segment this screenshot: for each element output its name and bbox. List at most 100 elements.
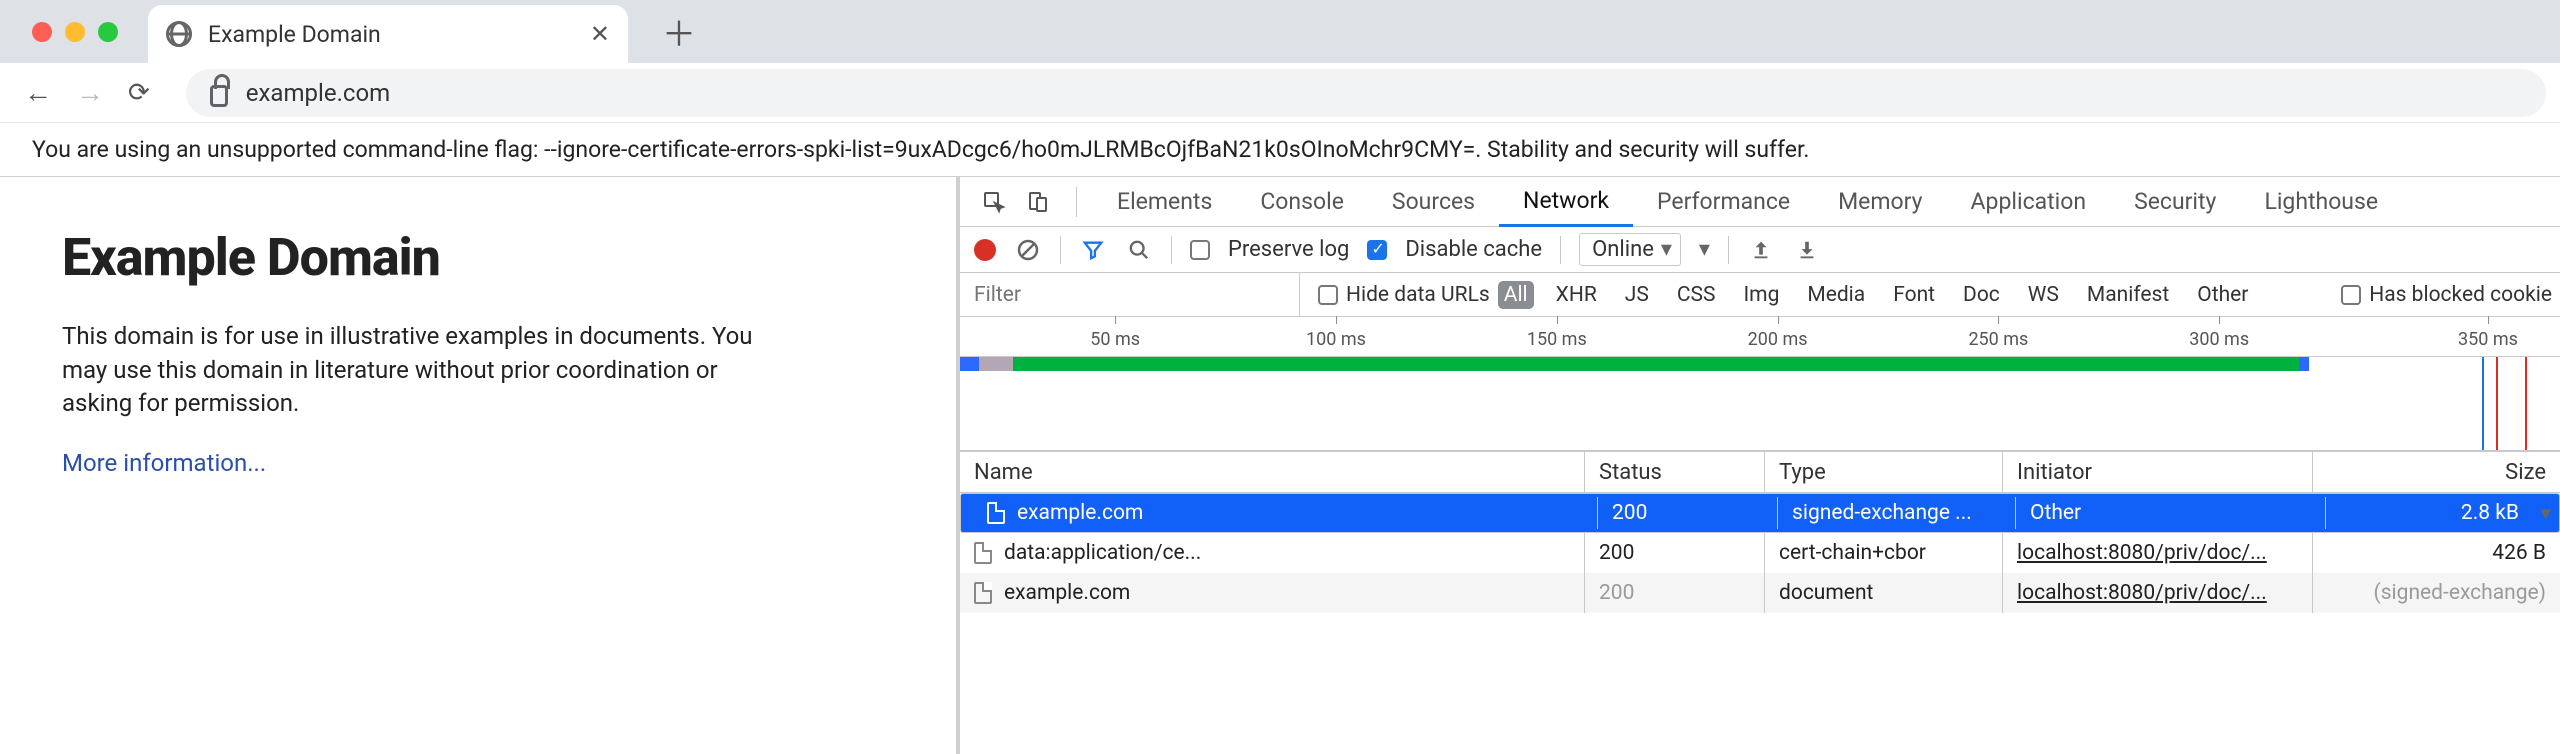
has-blocked-label: Has blocked cookie	[2369, 283, 2552, 307]
network-toolbar: Preserve log Disable cache Online ▾	[960, 227, 2560, 273]
timeline-ruler[interactable]: 50 ms 100 ms 150 ms 200 ms 250 ms 300 ms…	[960, 317, 2560, 357]
device-toggle-icon[interactable]	[1016, 190, 1060, 214]
tab-application[interactable]: Application	[1947, 177, 2111, 226]
network-header-row: Name Status Type Initiator Size	[960, 451, 2560, 493]
request-row[interactable]: data:application/ce... 200 cert-chain+cb…	[960, 533, 2560, 573]
tab-network[interactable]: Network	[1499, 178, 1633, 227]
document-icon	[974, 582, 992, 604]
tab-sources[interactable]: Sources	[1368, 177, 1499, 226]
tab-memory[interactable]: Memory	[1814, 177, 1946, 226]
record-button[interactable]	[974, 239, 996, 261]
devtools-tabs: Elements Console Sources Network Perform…	[960, 177, 2560, 227]
chip-other[interactable]: Other	[2191, 281, 2254, 309]
overview-chart[interactable]	[960, 357, 2560, 451]
tab-elements[interactable]: Elements	[1093, 177, 1236, 226]
window-maximize-dot[interactable]	[98, 22, 118, 42]
reload-button[interactable]: ⟳	[128, 78, 150, 108]
cell-name: example.com	[1004, 581, 1130, 605]
cell-initiator[interactable]: localhost:8080/priv/doc/...	[2017, 541, 2267, 565]
tick: 150 ms	[1527, 329, 1587, 350]
cell-initiator: Other	[2030, 501, 2081, 525]
cell-status: 200	[1599, 541, 1634, 565]
tick: 100 ms	[1306, 329, 1366, 350]
page-content: Example Domain This domain is for use in…	[0, 177, 960, 754]
document-icon	[974, 542, 992, 564]
chip-media[interactable]: Media	[1801, 281, 1871, 309]
document-icon	[987, 502, 1005, 524]
tab-title: Example Domain	[208, 21, 574, 48]
cell-type: cert-chain+cbor	[1779, 541, 1926, 565]
hide-data-urls-checkbox[interactable]	[1318, 285, 1338, 305]
cell-name: data:application/ce...	[1004, 541, 1201, 565]
tab-lighthouse[interactable]: Lighthouse	[2240, 177, 2402, 226]
toolbar: ← → ⟳ example.com	[0, 63, 2560, 123]
chip-manifest[interactable]: Manifest	[2081, 281, 2175, 309]
window-controls	[32, 22, 118, 42]
request-row[interactable]: example.com 200 signed-exchange ... Othe…	[960, 493, 2560, 533]
funnel-icon[interactable]	[1079, 236, 1107, 264]
cell-type: signed-exchange ...	[1792, 501, 1972, 525]
throttle-select[interactable]: Online	[1579, 233, 1681, 266]
tick: 350 ms	[2458, 329, 2518, 350]
filter-row: Hide data URLs All XHR JS CSS Img Media …	[960, 273, 2560, 317]
cell-name: example.com	[1017, 501, 1143, 525]
lock-icon	[210, 85, 228, 107]
clear-icon[interactable]	[1014, 236, 1042, 264]
disable-cache-label: Disable cache	[1405, 237, 1542, 262]
devtools-panel: Elements Console Sources Network Perform…	[960, 177, 2560, 754]
col-name[interactable]: Name	[960, 452, 1585, 492]
forward-button: →	[76, 76, 104, 109]
tab-strip: Example Domain ✕ ＋	[0, 0, 2560, 63]
chip-doc[interactable]: Doc	[1957, 281, 2006, 309]
new-tab-button[interactable]: ＋	[662, 7, 694, 56]
chip-ws[interactable]: WS	[2022, 281, 2065, 309]
network-rows: example.com 200 signed-exchange ... Othe…	[960, 493, 2560, 613]
globe-icon	[166, 21, 192, 47]
chip-font[interactable]: Font	[1887, 281, 1941, 309]
col-initiator[interactable]: Initiator	[2003, 452, 2313, 492]
col-type[interactable]: Type	[1765, 452, 2003, 492]
col-size[interactable]: Size	[2313, 452, 2560, 492]
tick: 50 ms	[1090, 329, 1140, 350]
chip-all[interactable]: All	[1498, 281, 1534, 309]
search-icon[interactable]	[1125, 236, 1153, 264]
upload-har-icon[interactable]	[1747, 236, 1775, 264]
chip-css[interactable]: CSS	[1671, 281, 1722, 309]
tick: 250 ms	[1968, 329, 2028, 350]
chip-xhr[interactable]: XHR	[1550, 281, 1603, 309]
window-minimize-dot[interactable]	[65, 22, 85, 42]
browser-tab[interactable]: Example Domain ✕	[148, 5, 628, 63]
omnibox[interactable]: example.com	[186, 69, 2546, 117]
throttle-caret-icon[interactable]: ▾	[1699, 237, 1710, 262]
tick: 200 ms	[1748, 329, 1808, 350]
cell-type: document	[1779, 581, 1873, 605]
cell-size: 426 B	[2492, 541, 2546, 565]
url-text: example.com	[246, 79, 390, 107]
download-har-icon[interactable]	[1793, 236, 1821, 264]
page-heading: Example Domain	[62, 227, 896, 288]
cell-size: (signed-exchange)	[2374, 581, 2546, 605]
back-button[interactable]: ←	[24, 76, 52, 109]
preserve-log-checkbox[interactable]	[1190, 240, 1210, 260]
tab-console[interactable]: Console	[1236, 177, 1368, 226]
disable-cache-checkbox[interactable]	[1367, 240, 1387, 260]
tab-security[interactable]: Security	[2110, 177, 2240, 226]
col-status[interactable]: Status	[1585, 452, 1765, 492]
request-row[interactable]: example.com 200 document localhost:8080/…	[960, 573, 2560, 613]
window-close-dot[interactable]	[32, 22, 52, 42]
tab-close-icon[interactable]: ✕	[590, 20, 610, 48]
cell-status: 200	[1612, 501, 1647, 525]
chip-img[interactable]: Img	[1737, 281, 1785, 309]
cell-initiator[interactable]: localhost:8080/priv/doc/...	[2017, 581, 2267, 605]
preserve-log-label: Preserve log	[1228, 237, 1349, 262]
chip-js[interactable]: JS	[1619, 281, 1655, 309]
cell-status: 200	[1599, 581, 1634, 605]
inspect-icon[interactable]	[972, 190, 1016, 214]
page-paragraph: This domain is for use in illustrative e…	[62, 320, 782, 421]
flag-warning-bar: You are using an unsupported command-lin…	[0, 123, 2560, 177]
filter-input[interactable]	[960, 273, 1300, 316]
more-info-link[interactable]: More information...	[62, 449, 266, 477]
has-blocked-checkbox[interactable]	[2341, 285, 2361, 305]
cell-size: 2.8 kB	[2461, 501, 2519, 525]
tab-performance[interactable]: Performance	[1633, 177, 1814, 226]
